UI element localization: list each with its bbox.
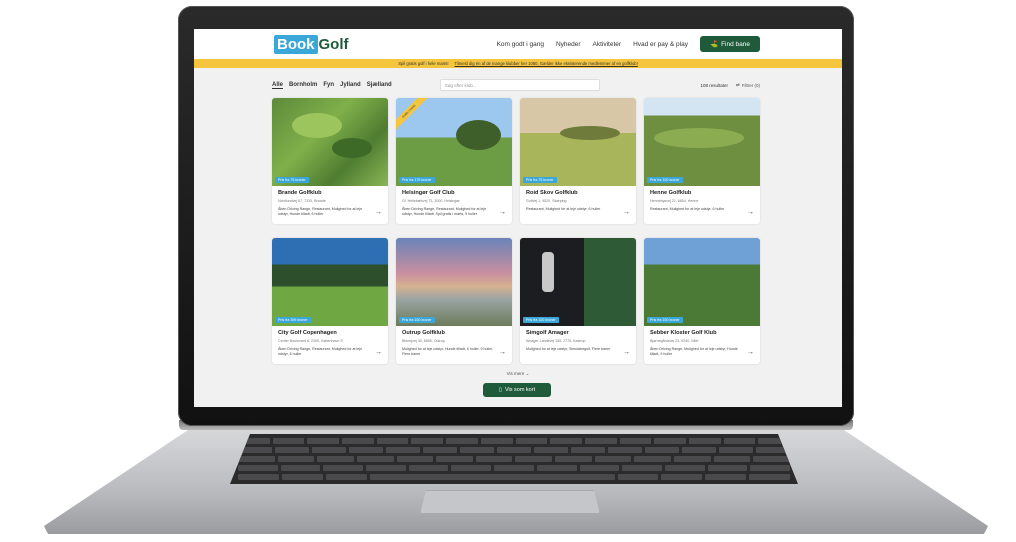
club-search-input[interactable]: Søg efter klub... bbox=[439, 79, 600, 91]
price-badge: Pris fra 100 kroner bbox=[523, 317, 559, 323]
top-nav: Book Golf Kom godt i gang Nyheder Aktivit… bbox=[194, 29, 842, 59]
club-features: Åben Driving Range, Restaurant, Mulighed… bbox=[278, 207, 363, 216]
arrow-right-icon[interactable]: → bbox=[499, 209, 506, 216]
nav-link-pay-and-play[interactable]: Hvad er pay & play bbox=[633, 41, 688, 48]
map-icon: ▯ bbox=[498, 387, 502, 393]
price-badge: Pris fra 100 kroner bbox=[647, 177, 683, 183]
browser-screen: Book Golf Kom godt i gang Nyheder Aktivit… bbox=[194, 29, 842, 407]
arrow-right-icon[interactable]: → bbox=[747, 349, 754, 356]
club-name: Simgolf Amager bbox=[526, 330, 569, 336]
club-name: Outrup Golfklub bbox=[402, 330, 445, 336]
club-grid: Pris fra 75 kroner Brande Golfklub Nordl… bbox=[194, 94, 842, 364]
chevron-down-icon: ⌄ bbox=[525, 371, 530, 376]
club-features: Åben Driving Range, Restaurant, Mulighed… bbox=[278, 347, 363, 356]
tab-bornholm[interactable]: Bornholm bbox=[289, 82, 317, 89]
club-photo: Gratis i marts Pris fra 175 kroner bbox=[396, 98, 512, 186]
price-badge: Pris fra 399 kroner bbox=[275, 317, 311, 323]
price-badge: Pris fra 100 kroner bbox=[647, 317, 683, 323]
nav-link-nyheder[interactable]: Nyheder bbox=[556, 41, 581, 48]
club-features: Restaurant, Mulighed for at leje udstyr,… bbox=[526, 207, 601, 211]
arrow-right-icon[interactable]: → bbox=[375, 349, 382, 356]
club-photo: Pris fra 100 kroner bbox=[644, 98, 760, 186]
price-badge: Pris fra 175 kroner bbox=[399, 177, 435, 183]
club-photo: Pris fra 399 kroner bbox=[272, 238, 388, 326]
nav-link-kom-godt-i-gang[interactable]: Kom godt i gang bbox=[497, 41, 544, 48]
trackpad bbox=[420, 490, 600, 514]
club-address: Golfvej 1, 9520, Skørping bbox=[526, 199, 567, 203]
arrow-right-icon[interactable]: → bbox=[623, 349, 630, 356]
arrow-right-icon[interactable]: → bbox=[375, 209, 382, 216]
sliders-icon: ⇄ bbox=[735, 82, 740, 87]
club-photo: Pris fra 100 kroner bbox=[520, 238, 636, 326]
tab-sjaelland[interactable]: Sjælland bbox=[367, 82, 392, 89]
tab-alle[interactable]: Alle bbox=[272, 82, 284, 89]
find-bane-button[interactable]: ⛳ Find bane bbox=[699, 36, 760, 52]
club-address: Center Boulevard 6, 2300, København S bbox=[278, 339, 343, 343]
club-features: Restaurant, Mulighed for at leje udstyr,… bbox=[650, 207, 725, 211]
nav-link-aktiviteter[interactable]: Aktiviteter bbox=[593, 41, 622, 48]
show-map-button[interactable]: ▯ Vis som kort bbox=[483, 383, 551, 397]
club-name: City Golf Copenhagen bbox=[278, 330, 337, 336]
club-features: Åben Driving Range, Restaurant, Mulighed… bbox=[402, 207, 487, 216]
price-badge: Pris fra 100 kroner bbox=[399, 317, 435, 323]
arrow-right-icon[interactable]: → bbox=[747, 209, 754, 216]
golfer-icon: ⛳ bbox=[709, 41, 719, 48]
arrow-right-icon[interactable]: → bbox=[623, 209, 630, 216]
club-name: Brande Golfklub bbox=[278, 190, 322, 196]
bookgolf-logo[interactable]: Book Golf bbox=[274, 34, 349, 54]
club-card[interactable]: Pris fra 100 kroner Sebber Kloster Golf … bbox=[644, 238, 760, 364]
club-name: Henne Golfklub bbox=[650, 190, 692, 196]
filter-bar: Alle Bornholm Fyn Jylland Sjælland Søg e… bbox=[194, 68, 842, 94]
show-more-button[interactable]: Vis mere ⌄ bbox=[194, 371, 842, 377]
promo-link[interactable]: Tilmeld dig én af de mange klubber her 1… bbox=[455, 61, 638, 66]
price-badge: Pris fra 75 kroner bbox=[523, 177, 557, 183]
results-count: 108 resultater bbox=[700, 82, 728, 88]
club-card[interactable]: Pris fra 399 kroner City Golf Copenhagen… bbox=[272, 238, 388, 364]
club-photo: Pris fra 100 kroner bbox=[396, 238, 512, 326]
club-features: Mulighed for at leje udstyr, Hunde tilla… bbox=[402, 347, 494, 356]
club-features: Åben Driving Range, Mulighed for at leje… bbox=[650, 347, 738, 356]
arrow-right-icon[interactable]: → bbox=[499, 349, 506, 356]
club-name: Sebber Kloster Golf Klub bbox=[650, 330, 717, 336]
promo-banner: Spil gratis golf i hele marts! Tilmeld d… bbox=[194, 59, 842, 68]
club-address: Bjørnegårdsvej 23, 9240, Nibe bbox=[650, 339, 699, 343]
filter-button[interactable]: ⇄ Filtrer (0) bbox=[736, 82, 760, 88]
club-features: Mulighed for at leje udstyr, Simulatorgo… bbox=[526, 347, 611, 351]
club-address: Gl. Hellebækvej 73, 3000, Helsingør bbox=[402, 199, 460, 203]
club-name: Roid Skov Golfklub bbox=[526, 190, 578, 196]
club-card[interactable]: Gratis i marts Pris fra 175 kroner Helsi… bbox=[396, 98, 512, 224]
club-card[interactable]: Pris fra 75 kroner Roid Skov Golfklub Go… bbox=[520, 98, 636, 224]
club-photo: Pris fra 100 kroner bbox=[644, 238, 760, 326]
club-card[interactable]: Pris fra 75 kroner Brande Golfklub Nordl… bbox=[272, 98, 388, 224]
promo-ribbon: Gratis i marts bbox=[396, 98, 430, 132]
club-photo: Pris fra 75 kroner bbox=[520, 98, 636, 186]
laptop-mockup: Book Golf Kom godt i gang Nyheder Aktivit… bbox=[0, 0, 1016, 542]
club-address: Nordlundvej 67, 7330, Brande bbox=[278, 199, 326, 203]
tab-fyn[interactable]: Fyn bbox=[323, 82, 334, 89]
club-name: Helsingør Golf Club bbox=[402, 190, 455, 196]
club-address: Hennebysvej 22, 6854, Henne bbox=[650, 199, 699, 203]
tab-jylland[interactable]: Jylland bbox=[340, 82, 361, 89]
club-address: Amager Landevej 155, 2770, Kastrup bbox=[526, 339, 586, 343]
keyboard bbox=[230, 434, 798, 484]
club-card[interactable]: Pris fra 100 kroner Outrup Golfklub Birk… bbox=[396, 238, 512, 364]
club-photo: Pris fra 75 kroner bbox=[272, 98, 388, 186]
club-card[interactable]: Pris fra 100 kroner Simgolf Amager Amage… bbox=[520, 238, 636, 364]
price-badge: Pris fra 75 kroner bbox=[275, 177, 309, 183]
club-address: Birkerjvej 40, 6855, Outrup bbox=[402, 339, 445, 343]
club-card[interactable]: Pris fra 100 kroner Henne Golfklub Henne… bbox=[644, 98, 760, 224]
